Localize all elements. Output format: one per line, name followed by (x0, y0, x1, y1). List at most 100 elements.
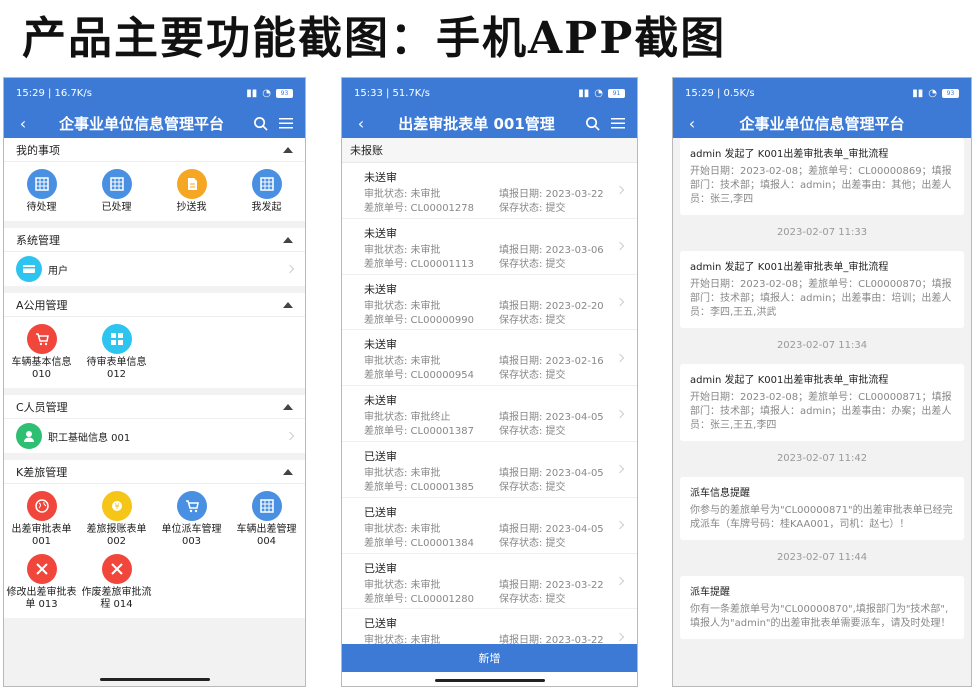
home-indicator[interactable] (99, 678, 210, 681)
app-tile-vehicle-trip[interactable]: 车辆出差管理 004 (229, 488, 304, 551)
menu-icon[interactable] (609, 114, 627, 132)
save-status: 保存状态: 提交 (499, 481, 566, 493)
table-icon (101, 169, 132, 199)
message-body: 开始日期：2023-02-08；差旅单号：CL00000870；填报部门：技术部… (690, 279, 952, 318)
add-button[interactable]: 新增 (342, 644, 637, 672)
message-title: 派车提醒 (690, 587, 730, 598)
phone-screen-notifications: 15:29 | 0.5K/s ▮▮ ◔ 93 ‹ 企事业单位信息管理平台 adm… (672, 77, 972, 687)
message-card[interactable]: admin 发起了 K001出差审批表单_审批流程开始日期：2023-02-08… (680, 364, 964, 441)
tools-icon (101, 554, 132, 584)
battery-icon: 93 (942, 88, 959, 98)
app-tile-initiated[interactable]: 我发起 (229, 166, 304, 217)
signal-icon: ▮▮ (578, 87, 590, 99)
fill-date: 填报日期: 2023-02-16 (499, 356, 604, 368)
trip-number: 差旅单号: CL00001385 (364, 481, 474, 493)
record-row[interactable]: 已送审 审批状态: 未审批 填报日期: 2023-04-05 差旅单号: CL0000… (342, 442, 637, 498)
nav-title: 企事业单位信息管理平台 (58, 114, 224, 133)
message-body: 开始日期：2023-02-08；差旅单号：CL00000871；填报部门：技术部… (690, 392, 952, 431)
app-tile-dispatch[interactable]: 单位派车管理 003 (154, 488, 229, 551)
chevron-right-icon (615, 465, 625, 474)
record-row[interactable]: 已送审 审批状态: 未审批 填报日期: 2023-04-05 差旅单号: CL0000… (342, 498, 637, 554)
section-header[interactable]: 系统管理 (4, 228, 305, 252)
approval-status: 审批状态: 未审批 (364, 356, 441, 368)
back-icon[interactable]: ‹ (352, 114, 370, 133)
chevron-right-icon (615, 520, 625, 530)
chevron-right-icon (615, 297, 625, 307)
save-status: 保存状态: 提交 (499, 537, 566, 549)
wifi-icon: ◔ (594, 87, 603, 99)
record-row[interactable]: 未送审 审批状态: 未审批 填报日期: 2023-03-22 差旅单号: CL0000… (342, 163, 637, 219)
approval-status: 审批状态: 未审批 (364, 300, 441, 312)
page-title: 产品主要功能截图：手机APP截图 (22, 13, 727, 64)
status-bar: 15:33 | 51.7K/s ▮▮ ◔ 91 (342, 78, 637, 108)
nav-title: 企事业单位信息管理平台 (739, 114, 905, 133)
cart-icon (26, 324, 57, 354)
app-tile-expense-report[interactable]: ¥ 差旅报账表单 002 (79, 488, 154, 551)
status-icons: ▮▮ ◔ 93 (246, 88, 293, 99)
list-item-user[interactable]: 用户 (4, 252, 305, 286)
message-body: 开始日期：2023-02-08；差旅单号：CL00000869；填报部门：技术部… (690, 166, 952, 205)
filter-tab[interactable]: 未报账 (342, 138, 637, 163)
message-body: 你参与的差旅单号为"CL00000871"的出差审批表单已经完成派车（车牌号码：… (690, 505, 953, 530)
section-header[interactable]: K差旅管理 (4, 460, 305, 484)
collapse-icon[interactable] (283, 236, 293, 243)
send-status: 已送审 (364, 617, 397, 631)
nav-title: 出差审批表单 001管理 (398, 114, 555, 133)
trip-number: 差旅单号: CL00001113 (364, 258, 474, 270)
chevron-right-icon (615, 353, 625, 363)
app-tile-pending[interactable]: 待处理 (4, 166, 79, 217)
app-tile-void-approval[interactable]: 作废差旅审批流程 014 (79, 551, 154, 614)
app-tile-cc-me[interactable]: 抄送我 (154, 166, 229, 217)
message-timestamp: 2023-02-07 11:44 (776, 552, 868, 563)
fill-date: 填报日期: 2023-03-22 (499, 189, 604, 200)
chevron-right-icon (615, 186, 625, 195)
collapse-icon[interactable] (283, 146, 293, 153)
card-icon (16, 256, 42, 282)
trip-number: 差旅单号: CL00000954 (364, 370, 474, 382)
table-icon (26, 169, 57, 199)
status-time: 15:33 | 51.7K/s (354, 87, 430, 99)
message-card[interactable]: 派车提醒 你有一条差旅单号为"CL00000870",填报部门为"技术部",填报人… (680, 576, 964, 639)
message-card[interactable]: admin 发起了 K001出差审批表单_审批流程 开始日期：2023-02-08… (680, 251, 964, 328)
message-timestamp: 2023-02-07 11:34 (776, 340, 868, 351)
search-icon[interactable] (583, 114, 601, 132)
approval-status: 审批状态: 未审批 (364, 523, 441, 535)
nav-bar: ‹ 企事业单位信息管理平台 (4, 108, 305, 138)
section-header[interactable]: C人员管理 (4, 395, 305, 419)
message-card[interactable]: admin 发起了 K001出差审批表单_审批流程开始日期：2023-02-08… (680, 138, 964, 215)
section-header[interactable]: 我的事项 (4, 138, 305, 162)
collapse-icon[interactable] (283, 468, 293, 475)
record-row[interactable]: 已送审 审批状态: 未审批 填报日期: 2023-03-22 差旅单号: CL0000… (342, 554, 637, 610)
status-bar: 15:29 | 16.7K/s ▮▮ ◔ 93 (4, 78, 305, 108)
collapse-icon[interactable] (283, 301, 293, 308)
message-timestamp: 2023-02-07 11:42 (776, 453, 868, 464)
send-status: 已送审 (364, 505, 397, 519)
record-row[interactable]: 未送审 审批状态: 审批终止 填报日期: 2023-04-05 差旅单号: CL000… (342, 386, 637, 442)
trip-number: 差旅单号: CL00001387 (364, 426, 474, 438)
approval-status: 审批状态: 未审批 (364, 467, 441, 479)
section-personnel: C人员管理 职工基础信息 001 (4, 395, 305, 453)
app-tile-vehicle-info[interactable]: 车辆基本信息 010 (4, 321, 79, 384)
record-row[interactable]: 未送审 审批状态: 未审批 填报日期: 2023-03-06 差旅单号: CL0000… (342, 219, 637, 275)
battery-icon: 91 (608, 88, 625, 98)
record-row[interactable]: 未送审 审批状态: 未审批 填报日期: 2023-02-20 差旅单号: CL0000… (342, 275, 637, 331)
app-tile-travel-approval[interactable]: 出差审批表单 001 (4, 488, 79, 551)
message-title: admin 发起了 K001出差审批表单_审批流程 (690, 149, 889, 160)
back-icon[interactable]: ‹ (14, 114, 32, 133)
collapse-icon[interactable] (283, 403, 293, 410)
record-row[interactable]: 未送审审批状态: 未审批 填报日期: 2023-02-16 差旅单号: CL0000… (342, 330, 637, 387)
list-item-staff-info[interactable]: 职工基础信息 001 (4, 419, 305, 453)
home-indicator[interactable] (434, 679, 545, 682)
app-tile-processed[interactable]: 已处理 (79, 166, 154, 217)
fill-date: 填报日期: 2023-04-05 (499, 467, 604, 479)
send-status: 未送审 (364, 338, 397, 352)
send-status: 已送审 (364, 561, 397, 575)
app-tile-pending-forms[interactable]: 待审表单信息 012 (79, 321, 154, 384)
message-card[interactable]: 派车信息提醒 你参与的差旅单号为"CL00000871"的出差审批表单已经完成派车… (680, 477, 964, 540)
app-tile-modify-approval[interactable]: 修改出差审批表单 013 (4, 551, 79, 614)
section-header[interactable]: A公用管理 (4, 293, 305, 317)
back-icon[interactable]: ‹ (683, 114, 701, 133)
search-icon[interactable] (251, 114, 269, 132)
menu-icon[interactable] (277, 114, 295, 132)
message-title: admin 发起了 K001出差审批表单_审批流程 (690, 375, 889, 386)
